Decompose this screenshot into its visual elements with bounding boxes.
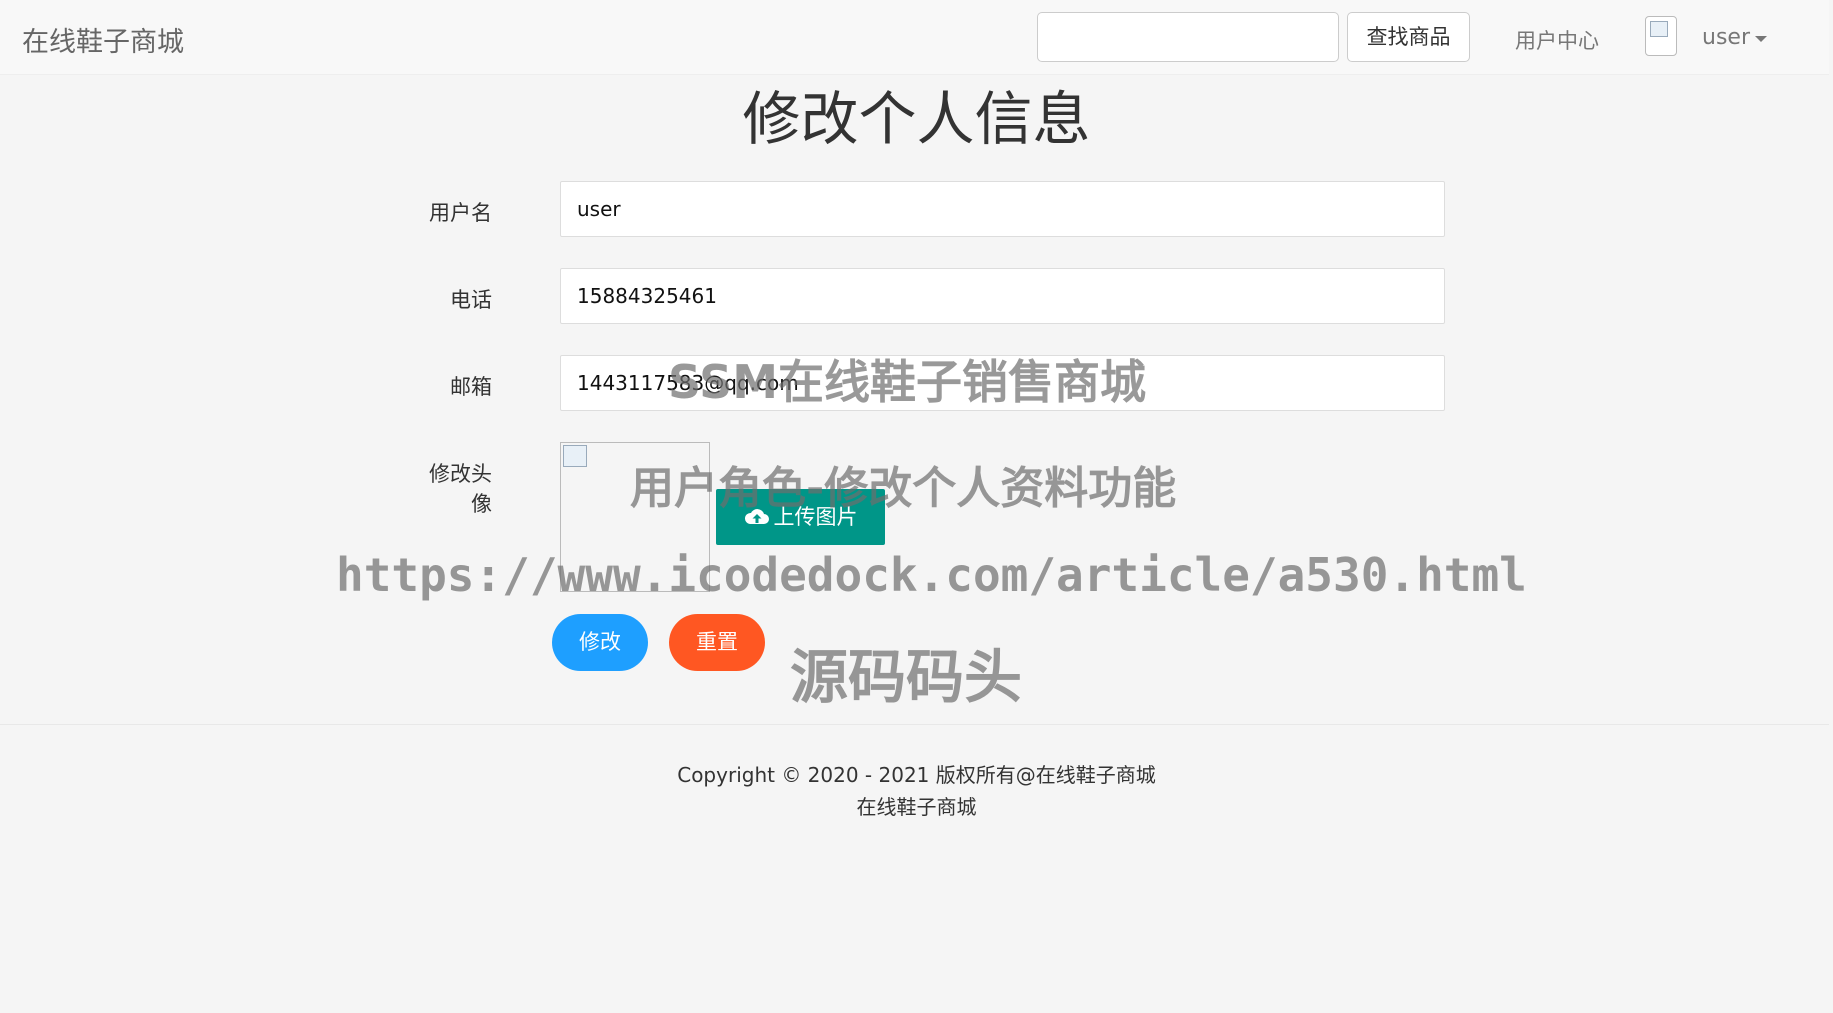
avatar-label-line2: 像 (471, 492, 492, 516)
reset-button[interactable]: 重置 (669, 614, 765, 671)
site-brand[interactable]: 在线鞋子商城 (22, 20, 184, 59)
username-field[interactable]: user (560, 181, 1445, 237)
page-title: 修改个人信息 (742, 85, 1091, 153)
top-navbar: 在线鞋子商城 查找商品 用户中心 user (0, 0, 1833, 75)
broken-image-icon (1650, 21, 1668, 37)
watermark-brand: 源码码头 (790, 643, 1023, 711)
watermark-subtitle: 用户角色-修改个人资料功能 (630, 463, 1177, 514)
watermark-title: SSM在线鞋子销售商城 (668, 355, 1146, 409)
phone-field[interactable]: 15884325461 (560, 268, 1445, 324)
user-center-link[interactable]: 用户中心 (1515, 25, 1599, 55)
page-scrollbar[interactable] (1829, 0, 1833, 1013)
broken-image-icon (563, 445, 587, 467)
footer-copyright: Copyright © 2020 - 2021 版权所有@在线鞋子商城 (677, 763, 1156, 787)
search-button[interactable]: 查找商品 (1347, 12, 1470, 62)
username-label: 用户名 (429, 201, 492, 225)
user-avatar-icon[interactable] (1645, 16, 1677, 56)
search-input[interactable] (1037, 12, 1339, 62)
watermark-url: https://www.icodedock.com/article/a530.h… (336, 548, 1527, 602)
avatar-label-line1: 修改头 (429, 462, 492, 486)
phone-label: 电话 (450, 288, 492, 312)
email-label: 邮箱 (450, 375, 492, 399)
footer-divider (0, 724, 1833, 725)
submit-button[interactable]: 修改 (552, 614, 648, 671)
caret-down-icon[interactable] (1755, 36, 1767, 42)
user-menu-name[interactable]: user (1702, 25, 1750, 50)
footer-site-name: 在线鞋子商城 (856, 795, 977, 819)
